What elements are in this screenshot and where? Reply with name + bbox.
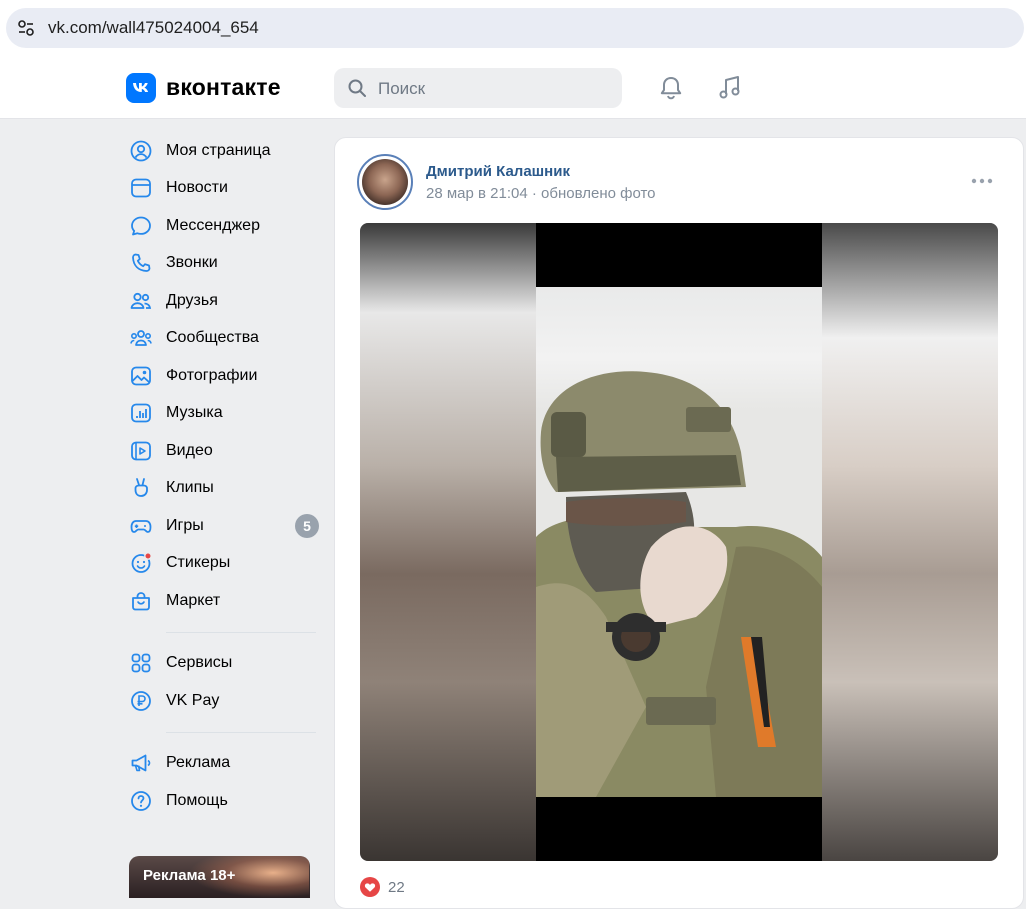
sidebar-item-friends[interactable]: Друзья bbox=[126, 282, 322, 320]
video-icon bbox=[129, 439, 153, 463]
sidebar-item-photos[interactable]: Фотографии bbox=[126, 357, 322, 395]
url-field[interactable]: vk.com/wall475024004_654 bbox=[6, 8, 1024, 48]
news-icon bbox=[129, 176, 153, 200]
sidebar-item-stickers[interactable]: Стикеры bbox=[126, 545, 322, 583]
sidebar-item-label: Звонки bbox=[166, 254, 218, 272]
sidebar-item-ads[interactable]: Реклама bbox=[126, 745, 322, 783]
gamepad-icon bbox=[129, 514, 153, 538]
message-icon bbox=[129, 214, 153, 238]
photos-icon bbox=[129, 364, 153, 388]
vkpay-icon bbox=[129, 689, 153, 713]
help-icon bbox=[129, 789, 153, 813]
sidebar-item-label: Моя страница bbox=[166, 141, 271, 159]
sidebar-item-label: Новости bbox=[166, 179, 228, 197]
sidebar-item-games[interactable]: Игры 5 bbox=[126, 507, 322, 545]
sidebar-divider bbox=[166, 731, 316, 733]
like-button[interactable]: 22 bbox=[360, 877, 405, 897]
photo-blur-right bbox=[822, 223, 998, 861]
sidebar-item-news[interactable]: Новости bbox=[126, 170, 322, 208]
sidebar-item-label: Клипы bbox=[166, 479, 214, 497]
post-author[interactable]: Дмитрий Калашник bbox=[426, 163, 570, 180]
music-icon bbox=[129, 401, 153, 425]
browser-address-bar: vk.com/wall475024004_654 bbox=[0, 0, 1026, 58]
music-player-icon[interactable] bbox=[716, 74, 744, 102]
sidebar-item-messenger[interactable]: Мессенджер bbox=[126, 207, 322, 245]
site-settings-icon[interactable] bbox=[16, 18, 36, 38]
sidebar-item-label: Помощь bbox=[166, 791, 228, 809]
ad-banner-label: Реклама 18+ bbox=[143, 867, 236, 884]
friends-icon bbox=[129, 289, 153, 313]
search-box[interactable] bbox=[334, 68, 622, 108]
sidebar-item-label: Друзья bbox=[166, 291, 218, 309]
sidebar-item-video[interactable]: Видео bbox=[126, 432, 322, 470]
sidebar-item-vkpay[interactable]: VK Pay bbox=[126, 682, 322, 720]
post-date[interactable]: 28 мар в 21:04 bbox=[426, 185, 528, 202]
post-action: обновлено фото bbox=[541, 185, 656, 202]
logo-text[interactable]: вконтакте bbox=[166, 73, 281, 101]
like-count: 22 bbox=[388, 878, 405, 896]
services-icon bbox=[129, 651, 153, 675]
photo-blur-left bbox=[360, 223, 536, 861]
avatar-photo bbox=[362, 159, 408, 205]
vk-logo-icon[interactable] bbox=[126, 73, 156, 103]
sidebar-item-label: Реклама bbox=[166, 754, 231, 772]
phone-icon bbox=[129, 251, 153, 275]
sidebar-item-my-page[interactable]: Моя страница bbox=[126, 132, 322, 170]
sidebar-item-label: Музыка bbox=[166, 404, 223, 422]
communities-icon bbox=[129, 326, 153, 350]
sidebar-item-label: Игры bbox=[166, 516, 204, 534]
heart-icon bbox=[360, 877, 380, 897]
url-text[interactable]: vk.com/wall475024004_654 bbox=[48, 18, 259, 38]
notifications-bell-icon[interactable] bbox=[657, 74, 685, 102]
sticker-icon bbox=[129, 551, 153, 575]
post-photo[interactable] bbox=[360, 223, 998, 861]
wall-post: Дмитрий Калашник 28 мар в 21:04 · обновл… bbox=[334, 137, 1024, 909]
search-input[interactable] bbox=[376, 76, 610, 102]
photo-image bbox=[536, 287, 822, 797]
search-icon bbox=[348, 79, 366, 97]
more-options-icon[interactable] bbox=[971, 176, 993, 186]
sidebar-item-label: Фотографии bbox=[166, 366, 258, 384]
games-count-badge: 5 bbox=[295, 514, 319, 538]
sidebar-item-clips[interactable]: Клипы bbox=[126, 470, 322, 508]
post-meta: 28 мар в 21:04 · обновлено фото bbox=[426, 185, 656, 202]
avatar[interactable] bbox=[357, 154, 413, 210]
market-icon bbox=[129, 589, 153, 613]
sidebar-item-services[interactable]: Сервисы bbox=[126, 645, 322, 683]
user-circle-icon bbox=[129, 139, 153, 163]
sidebar-item-label: Стикеры bbox=[166, 554, 231, 572]
sidebar-item-label: Видео bbox=[166, 441, 213, 459]
sidebar-item-market[interactable]: Маркет bbox=[126, 582, 322, 620]
left-sidebar: Моя страница Новости Мессенджер Звонки Д… bbox=[126, 132, 322, 820]
sidebar-item-label: Сервисы bbox=[166, 654, 233, 672]
sidebar-item-help[interactable]: Помощь bbox=[126, 782, 322, 820]
sidebar-item-communities[interactable]: Сообщества bbox=[126, 320, 322, 358]
ad-banner[interactable]: Реклама 18+ bbox=[129, 856, 310, 898]
sidebar-divider bbox=[166, 631, 316, 633]
sidebar-item-label: Сообщества bbox=[166, 329, 259, 347]
sidebar-item-calls[interactable]: Звонки bbox=[126, 245, 322, 283]
sidebar-item-music[interactable]: Музыка bbox=[126, 395, 322, 433]
sidebar-item-label: VK Pay bbox=[166, 691, 220, 709]
clips-icon bbox=[129, 476, 153, 500]
sidebar-item-label: Маркет bbox=[166, 591, 221, 609]
site-header: вконтакте bbox=[0, 58, 1026, 119]
megaphone-icon bbox=[129, 751, 153, 775]
sidebar-item-label: Мессенджер bbox=[166, 216, 260, 234]
